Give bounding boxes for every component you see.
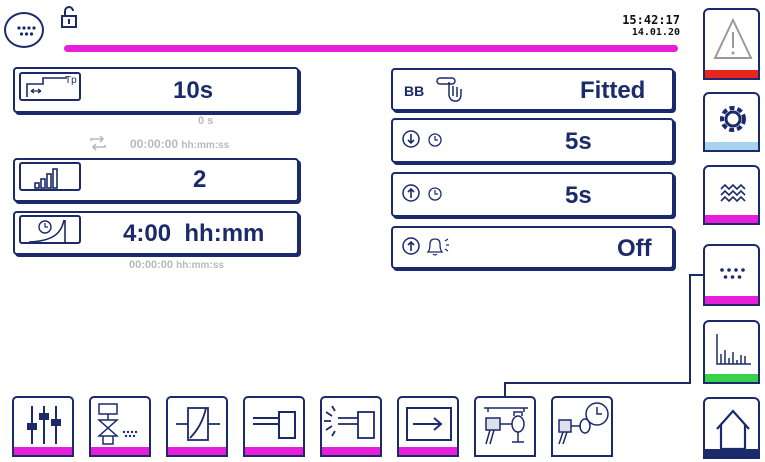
valve-clock-icon [558, 402, 609, 445]
dots-panel-icon [720, 268, 745, 279]
bottom-tab-valve-timer[interactable] [551, 396, 613, 457]
valve-assembly-icon [484, 407, 528, 445]
bottom-tab-output[interactable] [397, 396, 459, 457]
tab-process[interactable] [703, 165, 760, 225]
piston-icon [253, 411, 296, 439]
bottom-tab-valves[interactable] [89, 396, 151, 457]
bar-chart-icon [716, 334, 751, 365]
tab-statistics[interactable] [703, 320, 760, 384]
sliders-icon [27, 406, 61, 444]
arrow-box-icon [406, 407, 452, 441]
tab-connector-line [504, 274, 703, 396]
tab-home[interactable] [703, 397, 760, 459]
tab-settings[interactable] [703, 92, 760, 152]
waves-icon [720, 183, 746, 203]
home-icon [716, 409, 750, 451]
bottom-tab-valve-assembly[interactable] [474, 396, 536, 457]
bottom-tab-piston-flash[interactable] [320, 396, 382, 457]
warning-icon [713, 17, 753, 59]
bottom-tab-piston[interactable] [243, 396, 305, 457]
tab-alarms[interactable] [703, 8, 760, 80]
piston-flash-icon [324, 405, 375, 439]
valve-dots-icon [97, 403, 138, 445]
box-switch-icon [176, 407, 220, 441]
gear-icon [720, 106, 746, 132]
bottom-tab-switch[interactable] [166, 396, 228, 457]
bottom-tab-controls[interactable] [12, 396, 74, 457]
tab-parameters[interactable] [703, 244, 760, 306]
